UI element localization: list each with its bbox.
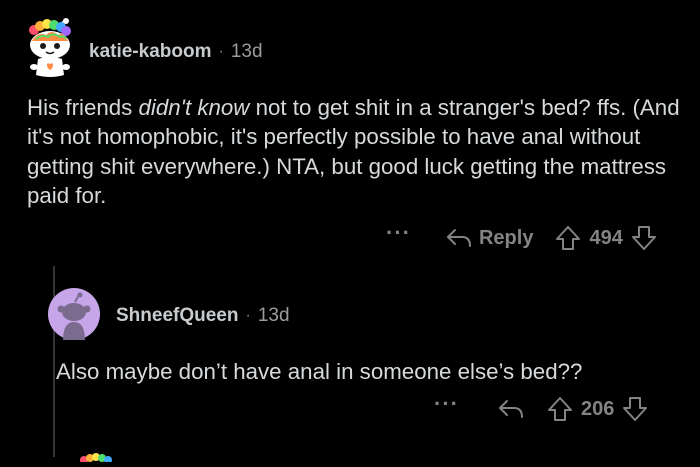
downvote-icon[interactable] <box>622 396 648 422</box>
user-avatar[interactable] <box>20 17 82 81</box>
snoo-rainbow-hair-avatar-icon <box>29 18 71 77</box>
comment-body: Also maybe don’t have anal in someone el… <box>56 359 583 384</box>
comment-actions: ··· 206 <box>434 393 648 424</box>
default-purple-snoo-avatar-icon <box>48 288 100 340</box>
user-avatar[interactable] <box>48 288 100 340</box>
more-options-button[interactable]: ··· <box>434 393 459 415</box>
downvote-icon[interactable] <box>631 225 657 251</box>
comment-body: His friends didn't know not to get shit … <box>27 93 687 211</box>
vote-score: 494 <box>589 226 623 249</box>
reply-icon[interactable] <box>445 227 473 249</box>
username[interactable]: ShneefQueen <box>116 305 238 327</box>
user-avatar[interactable] <box>76 449 116 464</box>
vote-score: 206 <box>580 397 615 420</box>
reply-icon[interactable] <box>497 398 525 420</box>
more-options-button[interactable]: ··· <box>386 222 411 244</box>
reply-button[interactable]: Reply <box>479 227 533 250</box>
snoo-rainbow-hair-avatar-icon <box>80 453 112 464</box>
upvote-icon[interactable] <box>547 396 573 422</box>
comment-age: 13d <box>257 305 290 326</box>
comment-meta: ShneefQueen · 13d <box>116 304 290 328</box>
username[interactable]: katie-kaboom <box>89 41 211 63</box>
upvote-icon[interactable] <box>555 225 581 251</box>
comment-meta: katie-kaboom · 13d <box>89 40 263 64</box>
comment-age: 13d <box>230 41 263 62</box>
separator-dot: · <box>218 43 224 60</box>
comment-actions: ··· Reply 494 <box>386 222 657 253</box>
comment-text: His friends <box>27 95 139 120</box>
separator-dot: · <box>245 307 251 324</box>
comment-text-italic: didn't know <box>138 95 250 120</box>
